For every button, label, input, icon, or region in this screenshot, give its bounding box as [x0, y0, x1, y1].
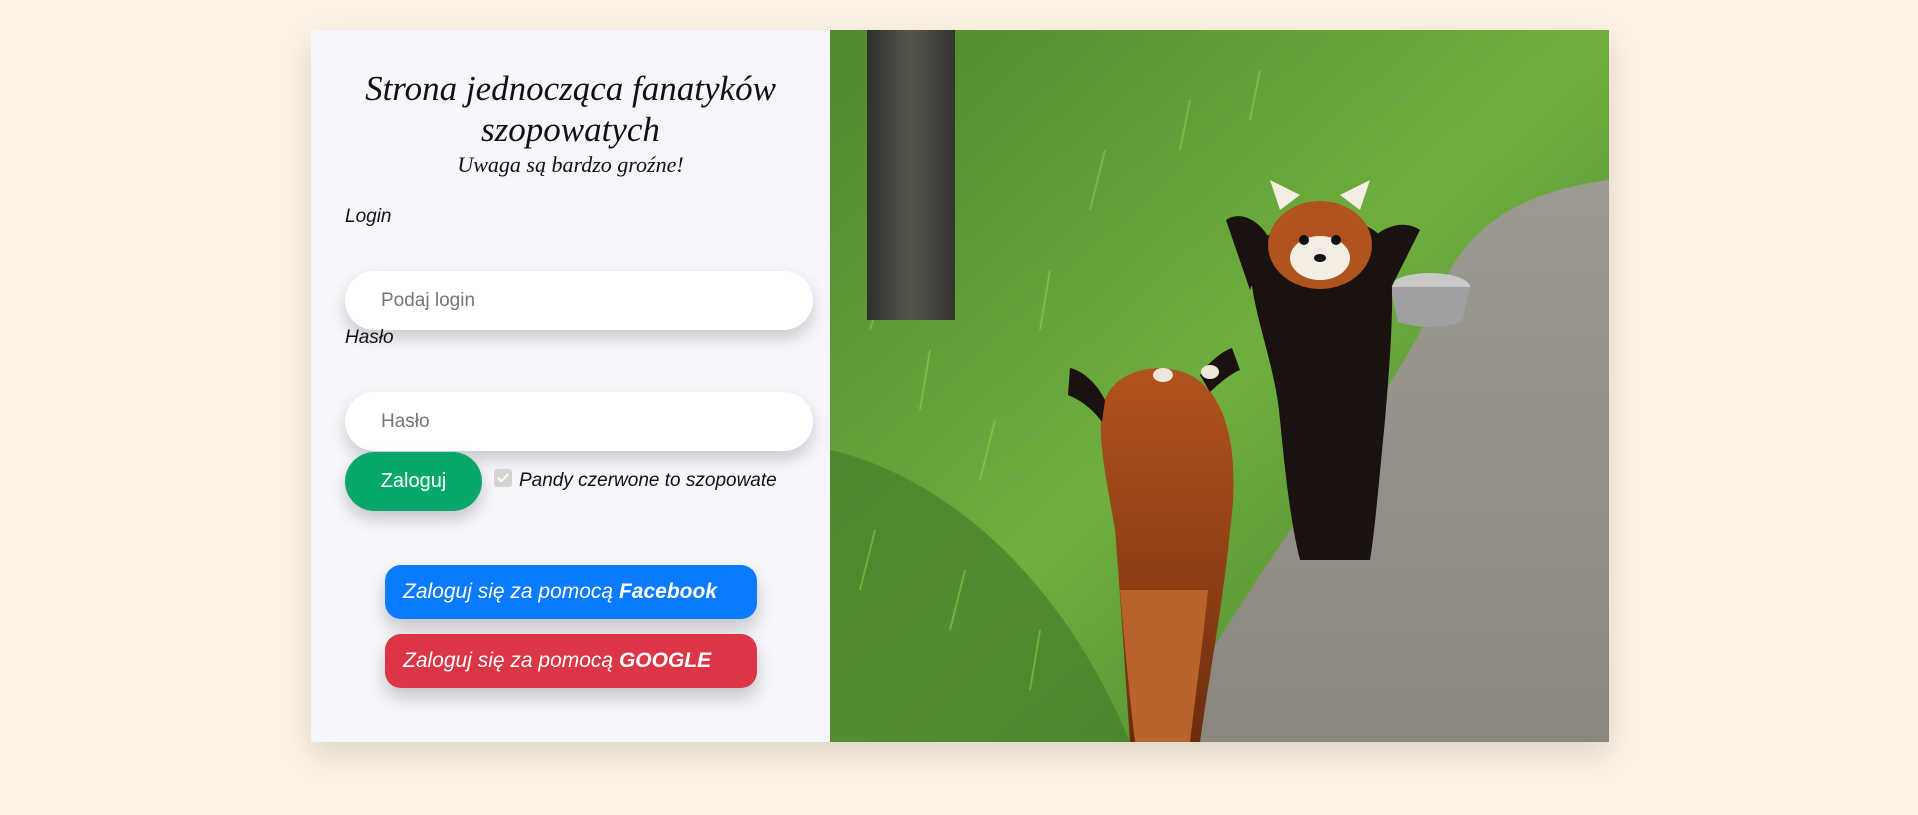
login-button[interactable]: Zaloguj	[345, 452, 482, 511]
google-login-name: GOOGLE	[618, 649, 712, 672]
raccoon-checkbox[interactable]	[494, 469, 512, 487]
login-panel: Strona jednocząca fanatyków szopowatych …	[311, 30, 830, 742]
facebook-login-prefix: Zaloguj się za pomocą	[403, 580, 614, 603]
red-panda-image	[830, 30, 1609, 742]
google-login-prefix: Zaloguj się za pomocą	[403, 649, 614, 672]
page-subtitle: Uwaga są bardzo groźne!	[457, 152, 684, 177]
page-title: Strona jednocząca fanatyków szopowatych	[365, 69, 776, 149]
facebook-login-name: Facebook	[618, 580, 717, 603]
password-input[interactable]	[345, 392, 813, 451]
raccoon-checkbox-row: Pandy czerwone to szopowate	[494, 467, 777, 493]
login-card: Strona jednocząca fanatyków szopowatych …	[311, 30, 1609, 742]
login-label: Login	[345, 206, 392, 227]
password-label: Hasło	[345, 327, 394, 348]
raccoon-checkbox-label: Pandy czerwone to szopowate	[519, 470, 777, 491]
facebook-login-button[interactable]: Zaloguj się za pomocą Facebook	[385, 565, 757, 619]
red-panda-photo	[830, 30, 1609, 742]
login-input[interactable]	[345, 271, 813, 330]
google-login-button[interactable]: Zaloguj się za pomocą GOOGLE	[385, 634, 757, 688]
